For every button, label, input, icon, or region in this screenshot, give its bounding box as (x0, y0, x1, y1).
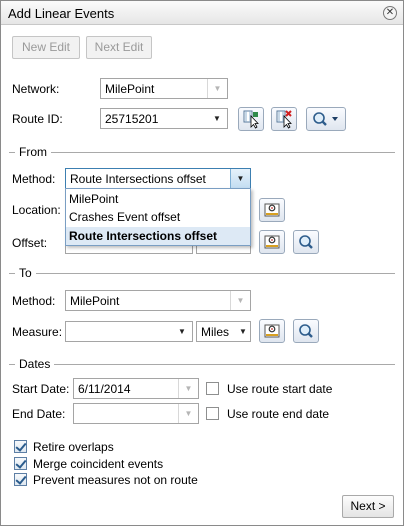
retire-overlaps-checkbox[interactable] (14, 440, 27, 453)
to-measure-label: Measure: (12, 325, 63, 339)
to-measure-input[interactable]: ▼ (65, 321, 193, 342)
to-method-select[interactable]: MilePoint ▼ (65, 290, 251, 311)
chevron-down-icon: ▼ (230, 169, 250, 188)
start-date-label: Start Date: (12, 382, 70, 396)
from-method-value: Route Intersections offset (70, 172, 206, 186)
end-date-label: End Date: (12, 407, 66, 421)
from-section-title: From (15, 145, 51, 159)
use-route-start-date-label: Use route start date (227, 382, 333, 396)
next-edit-button[interactable]: Next Edit (86, 36, 152, 59)
network-value: MilePoint (105, 82, 155, 96)
chevron-down-icon: ▼ (178, 404, 198, 423)
dates-section-title: Dates (15, 357, 55, 371)
zoom-to-offset-icon[interactable] (293, 230, 319, 254)
to-method-value: MilePoint (70, 294, 120, 308)
to-units-select[interactable]: Miles ▼ (196, 321, 251, 342)
pick-location-on-map-icon[interactable] (259, 198, 285, 222)
from-offset-label: Offset: (12, 236, 48, 250)
close-icon[interactable]: ✕ (383, 6, 397, 20)
to-units-value: Miles (201, 325, 230, 339)
from-location-label: Location: (12, 203, 61, 217)
from-section-divider: From (9, 145, 395, 159)
start-date-value: 6/11/2014 (78, 382, 131, 396)
window-title: Add Linear Events (8, 6, 115, 21)
merge-coincident-events-label: Merge coincident events (33, 457, 164, 471)
title-bar: Add Linear Events ✕ (1, 1, 403, 25)
zoom-to-measure-icon[interactable] (293, 319, 319, 343)
chevron-down-icon: ▼ (178, 379, 198, 398)
next-button[interactable]: Next > (342, 495, 394, 518)
use-route-end-date-checkbox[interactable] (206, 407, 219, 420)
dates-section-divider: Dates (9, 357, 395, 371)
chevron-down-icon: ▼ (230, 291, 250, 310)
retire-overlaps-label: Retire overlaps (33, 440, 114, 454)
use-route-end-date-label: Use route end date (227, 407, 330, 421)
chevron-down-icon: ▼ (239, 327, 247, 336)
method-option-crashes-event-offset[interactable]: Crashes Event offset (66, 208, 250, 226)
route-id-select[interactable]: 25715201 ▼ (100, 108, 228, 129)
new-edit-button[interactable]: New Edit (12, 36, 80, 59)
start-date-input[interactable]: 6/11/2014 ▼ (73, 378, 199, 399)
clear-route-selection-icon[interactable] (271, 107, 297, 131)
to-section-divider: To (9, 266, 395, 280)
method-option-milepoint[interactable]: MilePoint (66, 190, 250, 208)
merge-coincident-events-checkbox[interactable] (14, 457, 27, 470)
to-section-title: To (15, 266, 36, 280)
chevron-down-icon: ▼ (213, 114, 221, 123)
prevent-measures-not-on-route-checkbox[interactable] (14, 473, 27, 486)
network-label: Network: (12, 82, 60, 96)
to-method-label: Method: (12, 294, 56, 308)
route-id-label: Route ID: (12, 112, 63, 126)
add-linear-events-window: Add Linear Events ✕ New Edit Next Edit N… (0, 0, 404, 526)
method-option-route-intersections-offset[interactable]: Route Intersections offset (66, 227, 250, 245)
end-date-input[interactable]: ▼ (73, 403, 199, 424)
select-route-on-map-icon[interactable] (238, 107, 264, 131)
pick-measure-on-map-icon[interactable] (259, 319, 285, 343)
from-method-label: Method: (12, 172, 56, 186)
use-route-start-date-checkbox[interactable] (206, 382, 219, 395)
route-id-value: 25715201 (105, 112, 159, 126)
from-method-select[interactable]: Route Intersections offset ▼ (65, 168, 251, 189)
chevron-down-icon: ▼ (207, 79, 227, 98)
search-dropdown-button[interactable] (306, 107, 346, 131)
from-method-dropdown-list: MilePoint Crashes Event offset Route Int… (65, 188, 251, 246)
pick-offset-on-map-icon[interactable] (259, 230, 285, 254)
prevent-measures-not-on-route-label: Prevent measures not on route (33, 473, 198, 487)
network-select[interactable]: MilePoint ▼ (100, 78, 228, 99)
chevron-down-icon: ▼ (178, 327, 186, 336)
